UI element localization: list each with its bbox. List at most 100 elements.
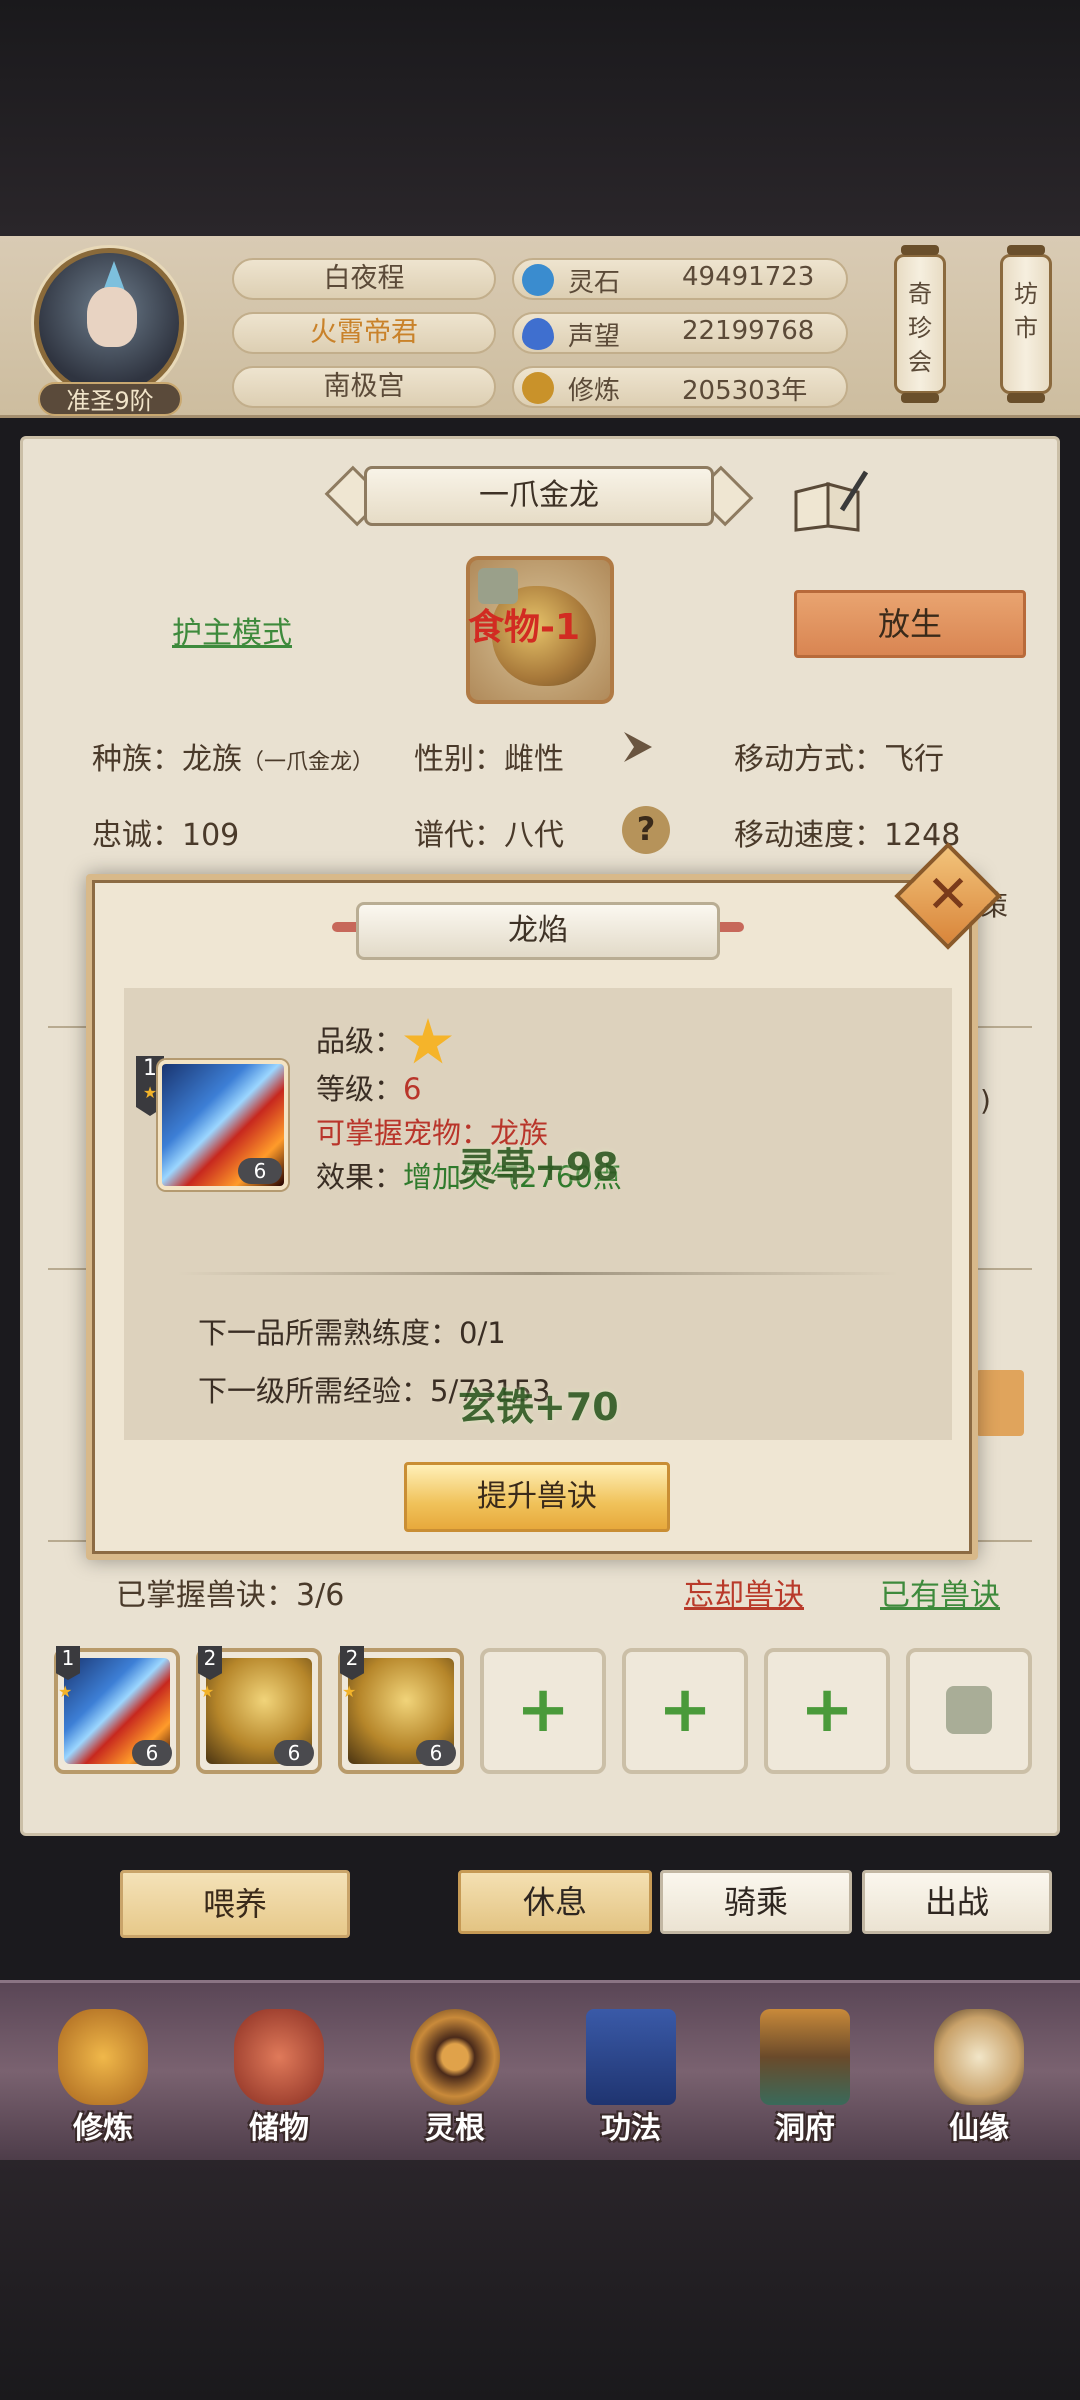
level-row: 等级：6	[316, 1066, 421, 1108]
nav-label: 洞府	[775, 2111, 835, 2146]
food-change-text: 食物-1	[468, 607, 580, 648]
floating-reward-text: 灵草+98	[458, 1145, 619, 1189]
resource-spirit-stone: 灵石 49491723	[512, 258, 848, 300]
battle-button[interactable]: 出战	[862, 1870, 1052, 1934]
bottom-background	[0, 2160, 1080, 2400]
guard-mode-link[interactable]: 护主模式	[172, 608, 292, 652]
stat-move-type: 移动方式：飞行	[734, 742, 944, 777]
stat-loyalty: 忠诚：109	[92, 818, 240, 853]
scripture-book-icon	[586, 2009, 676, 2105]
resource-value: 22199768	[682, 316, 815, 346]
prestige-icon	[522, 318, 554, 350]
pet-name: 一爪金龙	[364, 466, 714, 526]
close-icon: ✕	[926, 865, 970, 925]
obscured-text: )	[980, 1084, 991, 1117]
stat-generation: 谱代：八代	[414, 818, 564, 853]
rare-treasure-button[interactable]: 奇珍会	[894, 245, 946, 403]
upgrade-skill-button[interactable]: 提升兽诀	[404, 1462, 670, 1532]
market-button[interactable]: 坊市	[1000, 245, 1052, 403]
level-badge: 6	[416, 1740, 456, 1766]
plus-icon: +	[516, 1673, 570, 1747]
plus-icon: +	[800, 1673, 854, 1747]
resource-cultivation: 修炼 205303年	[512, 366, 848, 408]
rank-badge: 准圣9阶	[38, 382, 182, 416]
arrow-right-icon[interactable]	[618, 724, 664, 770]
effect-label: 效果：	[316, 1160, 404, 1194]
stat-race: 种族：龙族（一爪金龙）	[92, 734, 374, 778]
tier-badge: 1	[56, 1646, 80, 1680]
skill-icon: 6	[158, 1060, 288, 1190]
stat-move-speed: 移动速度：1248	[734, 818, 961, 853]
pavilion-icon	[760, 2009, 850, 2105]
release-button[interactable]: 放生	[794, 590, 1026, 658]
nav-label: 功法	[601, 2111, 661, 2146]
skill-slot[interactable]: 2 ★ 6	[196, 1646, 322, 1774]
avatar-face	[87, 287, 137, 347]
nav-cave[interactable]: 洞府	[730, 2003, 880, 2153]
bottom-navigation: 修炼 储物 灵根 功法 洞府 仙缘	[0, 1980, 1080, 2160]
trigram-icon	[410, 2009, 500, 2105]
nav-label: 灵根	[425, 2111, 485, 2146]
level-label: 等级：	[316, 1072, 404, 1106]
stat-gender: 性别：雌性	[414, 742, 564, 777]
cultivation-icon	[522, 372, 554, 404]
empty-skill-slot[interactable]: +	[764, 1648, 890, 1774]
player-avatar[interactable]: 准圣9阶	[28, 244, 190, 416]
nav-fate[interactable]: 仙缘	[904, 2003, 1054, 2153]
gourd-icon	[934, 2009, 1024, 2105]
resource-prestige: 声望 22199768	[512, 312, 848, 354]
nav-label: 仙缘	[949, 2111, 1009, 2146]
level-badge: 6	[238, 1158, 282, 1184]
forget-skill-link[interactable]: 忘却兽诀	[684, 1570, 804, 1614]
resource-label: 灵石	[568, 268, 621, 298]
level-badge: 6	[132, 1740, 172, 1766]
plus-icon: +	[658, 1673, 712, 1747]
skill-slot[interactable]: 2 ★ 6	[338, 1646, 464, 1774]
modal-title: 龙焰	[356, 902, 720, 960]
player-header: 准圣9阶 白夜程 火霄帝君 南极宫 灵石 49491723 声望 2219976…	[0, 236, 1080, 418]
race-sub: （一爪金龙）	[242, 750, 375, 775]
book-quill-icon[interactable]	[792, 470, 868, 532]
nav-technique[interactable]: 功法	[556, 2003, 706, 2153]
player-title: 火霄帝君	[232, 312, 496, 354]
obscured-button	[976, 1370, 1024, 1436]
nav-label: 修炼	[73, 2111, 133, 2146]
owned-skills-link[interactable]: 已有兽诀	[880, 1570, 1000, 1614]
star-icon: ★	[200, 1682, 215, 1701]
feed-button[interactable]: 喂养	[120, 1870, 350, 1938]
resource-label: 修炼	[568, 376, 621, 406]
pet-name-plate: 一爪金龙	[324, 462, 754, 532]
rest-button[interactable]: 休息	[458, 1870, 652, 1934]
skill-slot[interactable]: 1 ★ 6	[54, 1646, 180, 1774]
nav-spirit-root[interactable]: 灵根	[380, 2003, 530, 2153]
empty-skill-slot[interactable]: +	[622, 1648, 748, 1774]
nav-storage[interactable]: 储物	[204, 2003, 354, 2153]
locked-skill-slot[interactable]	[906, 1648, 1032, 1774]
player-sect: 南极宫	[232, 366, 496, 408]
monk-icon	[58, 2009, 148, 2105]
star-icon	[404, 1018, 453, 1064]
modal-title-plate: 龙焰	[332, 896, 744, 966]
resource-label: 声望	[568, 322, 621, 352]
player-name: 白夜程	[232, 258, 496, 300]
modal-divider	[178, 1272, 898, 1275]
avatar	[34, 248, 184, 398]
next-quality-requirement: 下一品所需熟练度：0/1	[198, 1316, 506, 1350]
empty-skill-slot[interactable]: +	[480, 1648, 606, 1774]
resource-value: 205303年	[682, 376, 808, 406]
bag-icon	[234, 2009, 324, 2105]
spirit-stone-icon	[522, 264, 554, 296]
race-value: 种族：龙族	[92, 742, 242, 777]
lock-icon	[946, 1686, 992, 1734]
top-background	[0, 0, 1080, 236]
star-icon: ★	[342, 1682, 357, 1701]
level-value: 6	[403, 1072, 422, 1106]
quality-row: 品级：	[316, 1018, 453, 1068]
quality-label: 品级：	[316, 1024, 404, 1058]
star-icon: ★	[58, 1682, 73, 1701]
tier-badge: 2	[198, 1646, 222, 1680]
nav-cultivate[interactable]: 修炼	[28, 2003, 178, 2153]
ride-button[interactable]: 骑乘	[660, 1870, 852, 1934]
level-badge: 6	[274, 1740, 314, 1766]
help-icon[interactable]: ?	[622, 806, 670, 854]
